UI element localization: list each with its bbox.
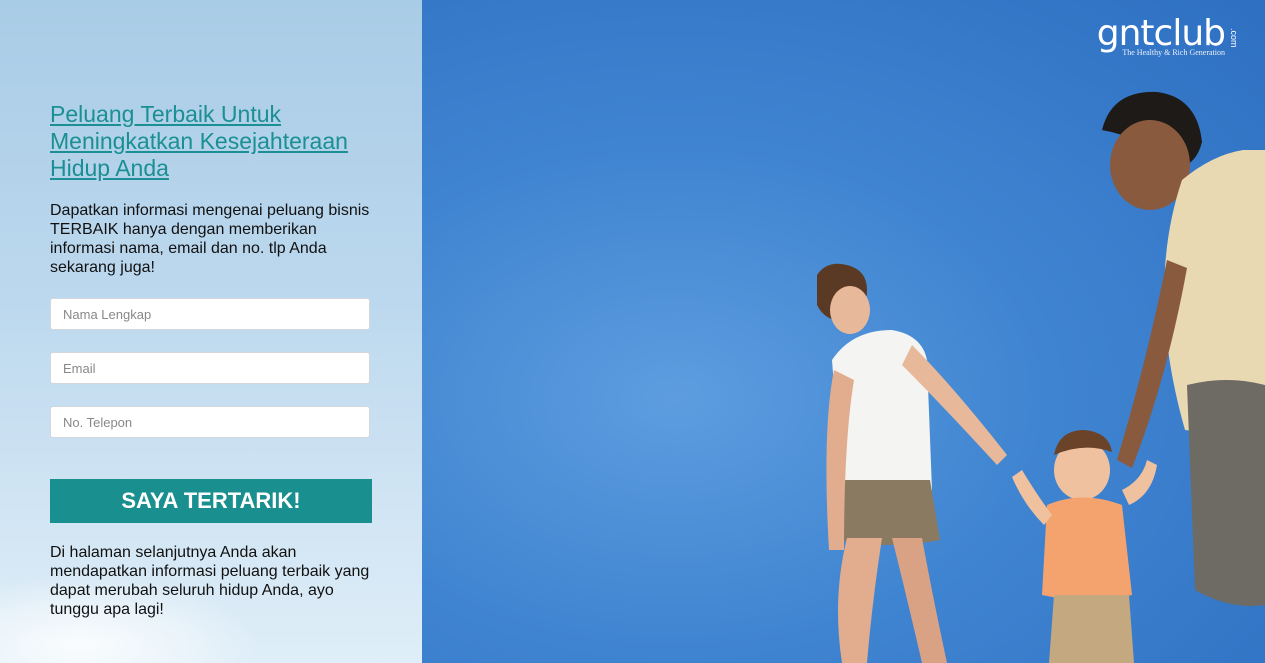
- intro-text: Dapatkan informasi mengenai peluang bisn…: [50, 202, 370, 276]
- outro-text: Di halaman selanjutnya Anda akan mendapa…: [50, 544, 370, 618]
- signup-panel: Peluang Terbaik Untuk Meningkatkan Kesej…: [0, 0, 422, 663]
- phone-input[interactable]: [50, 406, 370, 438]
- gntclub-logo[interactable]: gntclub .com The Healthy & Rich Generati…: [1097, 14, 1239, 58]
- logo-tagline: The Healthy & Rich Generation: [1122, 48, 1225, 57]
- headline-link[interactable]: Peluang Terbaik Untuk Meningkatkan Kesej…: [50, 101, 380, 182]
- child-figure: [1012, 430, 1157, 663]
- hero-image: gntclub .com The Healthy & Rich Generati…: [422, 0, 1265, 663]
- family-photo: [817, 91, 1265, 663]
- logo-suffix: .com: [1229, 28, 1239, 48]
- woman-figure: [817, 263, 1007, 663]
- full-name-input[interactable]: [50, 298, 370, 330]
- submit-button[interactable]: SAYA TERTARIK!: [50, 479, 372, 523]
- email-input[interactable]: [50, 352, 370, 384]
- man-figure: [1102, 91, 1265, 606]
